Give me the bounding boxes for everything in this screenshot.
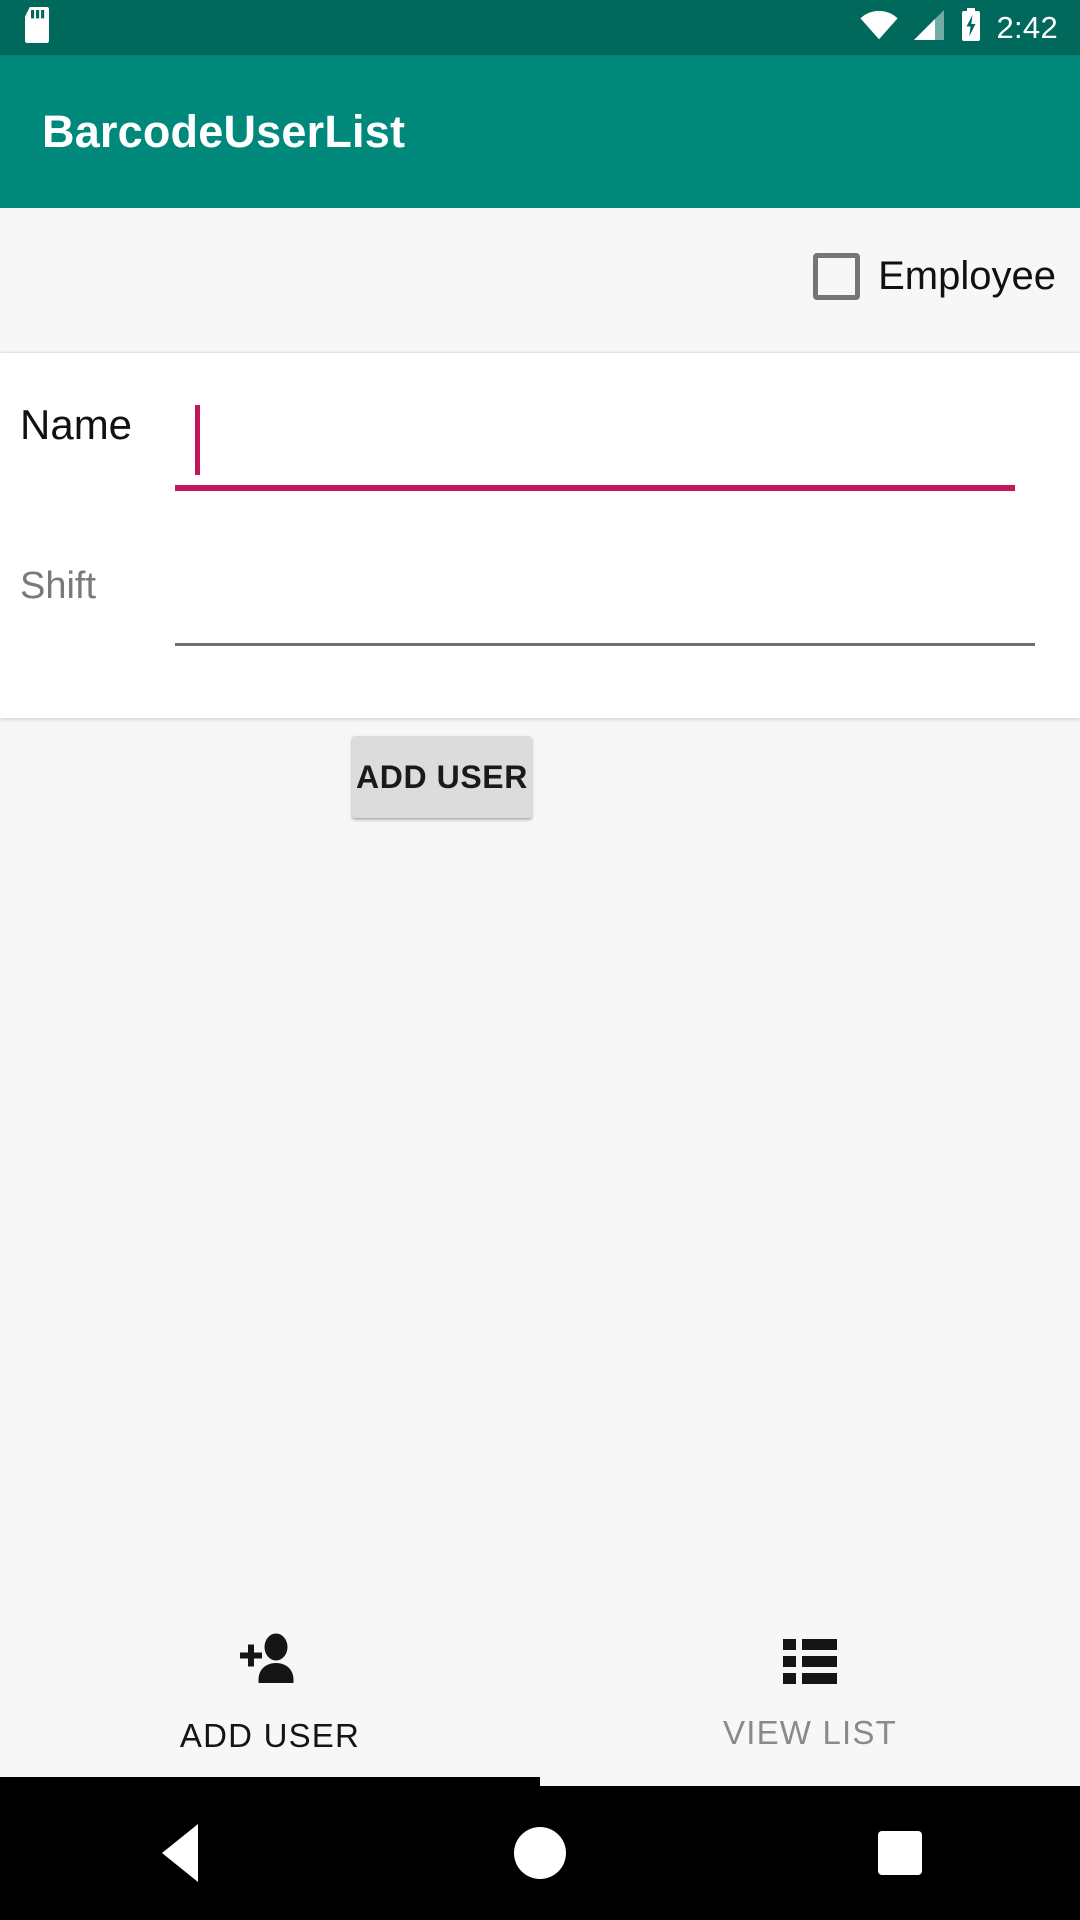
employee-checkbox-label: Employee [878, 253, 1056, 298]
tab-view-list-label: VIEW LIST [723, 1713, 897, 1751]
main-content: Employee Name Shift ADD USER ADD USER VI… [0, 208, 1080, 1786]
home-button[interactable] [360, 1827, 720, 1879]
battery-charging-icon [960, 8, 982, 47]
text-cursor-icon [195, 405, 200, 475]
name-input-underline [175, 485, 1015, 491]
triangle-back-icon [162, 1824, 198, 1882]
name-field-row: Name [0, 401, 1080, 541]
status-bar: 2:42 [0, 0, 1080, 55]
tab-view-list[interactable]: VIEW LIST [540, 1600, 1080, 1786]
cell-signal-icon [912, 9, 946, 46]
shift-input[interactable] [155, 583, 1015, 661]
status-bar-right-icons: 2:42 [860, 8, 1058, 47]
shift-input-underline [175, 643, 1035, 646]
name-input[interactable] [195, 401, 1035, 486]
back-button[interactable] [0, 1824, 360, 1882]
list-icon [781, 1635, 839, 1692]
sd-card-icon [22, 7, 52, 48]
form-card: Name Shift [0, 353, 1080, 718]
phone-screen: 2:42 BarcodeUserList Employee Name Shift… [0, 0, 1080, 1920]
tab-add-user-label: ADD USER [179, 1716, 361, 1754]
system-navigation-bar [0, 1786, 1080, 1920]
status-bar-clock: 2:42 [996, 9, 1058, 45]
app-bar: BarcodeUserList [0, 55, 1080, 208]
employee-checkbox[interactable] [813, 252, 861, 300]
square-recents-icon [878, 1831, 922, 1875]
name-field-label: Name [20, 401, 133, 448]
page-title: BarcodeUserList [42, 105, 406, 157]
status-bar-left-icons [22, 7, 52, 48]
shift-field-row: Shift [0, 565, 1080, 695]
tab-add-user[interactable]: ADD USER [0, 1600, 540, 1786]
circle-home-icon [514, 1827, 566, 1879]
wifi-icon [860, 9, 898, 46]
person-add-icon [238, 1632, 302, 1695]
employee-checkbox-row[interactable]: Employee [813, 226, 1056, 326]
bottom-tab-bar: ADD USER VIEW LIST [0, 1600, 1080, 1786]
shift-field-label: Shift [20, 565, 97, 607]
add-user-button[interactable]: ADD USER [352, 736, 532, 818]
active-tab-indicator [0, 1777, 540, 1786]
recents-button[interactable] [720, 1831, 1080, 1875]
